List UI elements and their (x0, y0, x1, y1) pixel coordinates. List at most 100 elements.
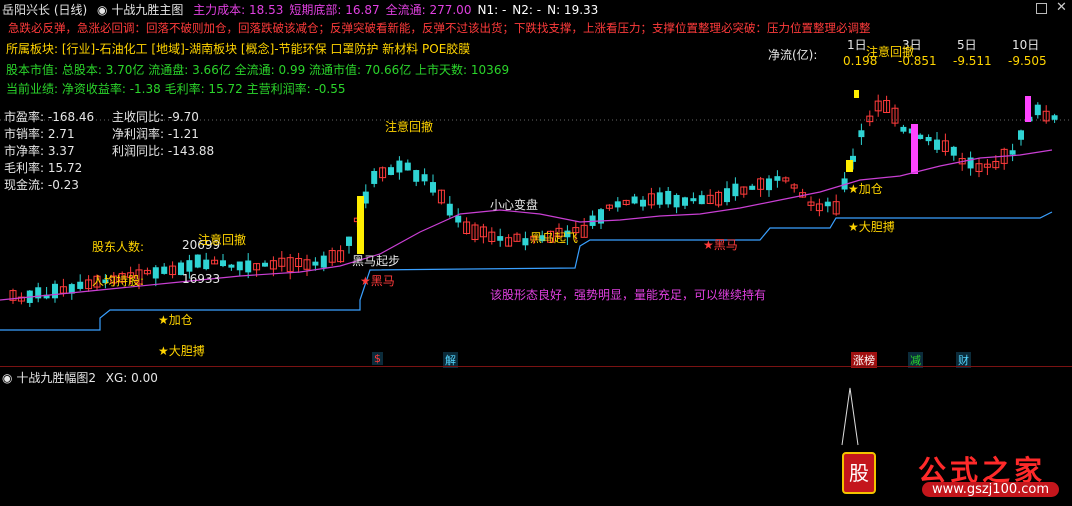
candle-body-18 (161, 266, 168, 274)
candle-body-36 (312, 261, 319, 266)
candle-body-26 (228, 264, 235, 268)
annotation-attention-3: 注意回撤 (866, 45, 915, 59)
candle-body-48 (413, 170, 420, 182)
net-flow-value-3: -9.505 (1008, 54, 1047, 68)
fundamental-left-3: 毛利率: 15.72 (4, 161, 83, 175)
candle-body-27 (236, 261, 243, 271)
candle-body-80 (682, 197, 688, 206)
candle-body-90 (766, 178, 772, 191)
candle-body-17 (152, 267, 159, 279)
candle-body-82 (698, 195, 705, 205)
indicator-name[interactable]: 十战九胜主图 (111, 3, 183, 17)
net-flow-period-3: 10日 (1012, 38, 1040, 52)
holders-label-0: 股东人数: (92, 240, 145, 254)
commentary: 该股形态良好，强势明显，量能充足，可以继续持有 (490, 288, 767, 302)
candle-body-22 (194, 254, 201, 268)
signal-bar-5 (1025, 96, 1031, 122)
candle-body-79 (673, 194, 680, 208)
candle-body-30 (262, 262, 268, 267)
candle-body-50 (430, 182, 436, 193)
xg-label: XG: (105, 371, 128, 385)
header-value-4: N2: - (512, 3, 542, 17)
net-flow-period-2: 5日 (957, 38, 977, 52)
header-values: 主力成本: 18.53 短期底部: 16.87 全流通: 277.00 N1: - N2… (187, 3, 598, 17)
fundamental-left-2: 市净率: 3.37 (4, 144, 75, 158)
candle-body-119 (1009, 150, 1016, 155)
candle-body-8 (77, 281, 84, 289)
candle-body-110 (934, 139, 940, 150)
annotation-add-position-1: ★加仓 (848, 182, 883, 196)
candle-body-124 (1051, 115, 1058, 120)
annotation-careful-change: 小心变盘 (490, 198, 539, 212)
candle-body-122 (1034, 104, 1041, 116)
candle-body-74 (631, 196, 638, 204)
xg-value: 0.00 (131, 371, 158, 385)
candle-body-52 (446, 203, 453, 216)
annotation-black-step: 黑马起步 (352, 254, 401, 268)
fundamental-left-1: 市销率: 2.71 (4, 127, 75, 141)
warning-line: 急跌必反弹，急涨必回调：回落不破则加仓，回落跌破该减仓；反弹突破看新能，反弹不过… (8, 21, 871, 35)
xg-spike (841, 387, 859, 446)
capital-line: 股本市值: 总股本: 3.70亿 流通盘: 3.66亿 全流通: 0.99 流通… (6, 63, 510, 77)
candle-body-25 (220, 260, 226, 267)
candle-body-28 (245, 260, 252, 273)
candle-body-5 (52, 283, 58, 299)
candle-body-46 (396, 160, 403, 173)
annotation-black-horse-2: ★黑马 (703, 238, 738, 252)
signal-bar-2 (846, 160, 853, 172)
sub-panel-menu-icon[interactable]: ◉ (2, 371, 12, 385)
event-badge-0[interactable]: $ (372, 352, 383, 365)
annotation-bold-fight-2: ★大胆搏 (158, 344, 205, 358)
header-value-2: 全流通: 277.00 (385, 3, 472, 17)
annotation-attention-2: 注意回撤 (198, 233, 247, 247)
candle-body-85 (724, 188, 730, 203)
candle-body-47 (404, 162, 411, 171)
candle-body-23 (203, 259, 210, 270)
fundamental-right-1: 净利润率: -1.21 (112, 127, 199, 141)
sub-panel-title[interactable]: 十战九胜幅图2 (16, 371, 96, 385)
candle-body-72 (614, 201, 621, 208)
candle-body-109 (925, 137, 932, 142)
industry-label: 所属板块: (6, 42, 59, 56)
net-flow-value-2: -9.511 (953, 54, 992, 68)
header-value-1: 短期底部: 16.87 (289, 3, 380, 17)
fundamental-right-0: 主收同比: -9.70 (112, 110, 199, 124)
header-value-3: N1: - (477, 3, 507, 17)
candle-body-40 (346, 236, 352, 246)
performance-line: 当前业绩: 净资收益率: -1.38 毛利率: 15.72 主营利润率: -0.… (6, 82, 346, 96)
watermark-logo: 股 (842, 452, 876, 494)
annotation-attention-1: 注意回撤 (385, 120, 434, 134)
candle-body-97 (824, 201, 831, 207)
candle-body-77 (656, 192, 663, 205)
net-flow-period-0: 1日 (847, 38, 867, 52)
header-value-0: 主力成本: 18.53 (193, 3, 284, 17)
net-flow-label: 净流(亿): (768, 48, 818, 62)
candle-body-45 (388, 167, 394, 175)
restore-icon[interactable] (1036, 3, 1047, 14)
candle-body-75 (640, 199, 646, 207)
signal-bar-3 (854, 90, 859, 98)
candle-body-106 (900, 126, 907, 132)
industry-text: [行业]-石油化工 [地域]-湖南板块 [概念]-节能环保 口罩防护 新材料 P… (61, 42, 471, 56)
annotation-bold-fight-1: ★大胆搏 (848, 220, 895, 234)
annotation-crow-start: 黑乌起飞 (530, 231, 579, 245)
industry-line: 所属板块: [行业]-石油化工 [地域]-湖南板块 [概念]-节能环保 口罩防护… (6, 40, 470, 57)
candle-body-112 (950, 146, 957, 156)
candle-body-101 (858, 130, 865, 138)
candle-body-86 (732, 183, 739, 197)
candle-body-43 (371, 170, 378, 184)
candle-body-58 (497, 236, 504, 241)
holders-label-1: 人均持股: (92, 274, 145, 288)
candle-body-53 (455, 215, 462, 223)
fundamental-left-4: 现金流: -0.23 (4, 178, 79, 192)
candle-body-61 (522, 238, 529, 246)
candle-body-91 (774, 176, 781, 181)
indicator-menu-icon[interactable]: ◉ (97, 3, 107, 17)
candle-body-49 (421, 174, 428, 182)
stock-title[interactable]: 岳阳兴长 (日线) (2, 3, 87, 17)
close-icon[interactable]: ✕ (1056, 0, 1068, 15)
signal-bar-4 (911, 124, 918, 174)
panel-divider[interactable] (0, 366, 1072, 367)
sub-panel-header: ◉ 十战九胜幅图2 XG: 0.00 (2, 369, 158, 386)
candle-body-78 (665, 190, 672, 205)
